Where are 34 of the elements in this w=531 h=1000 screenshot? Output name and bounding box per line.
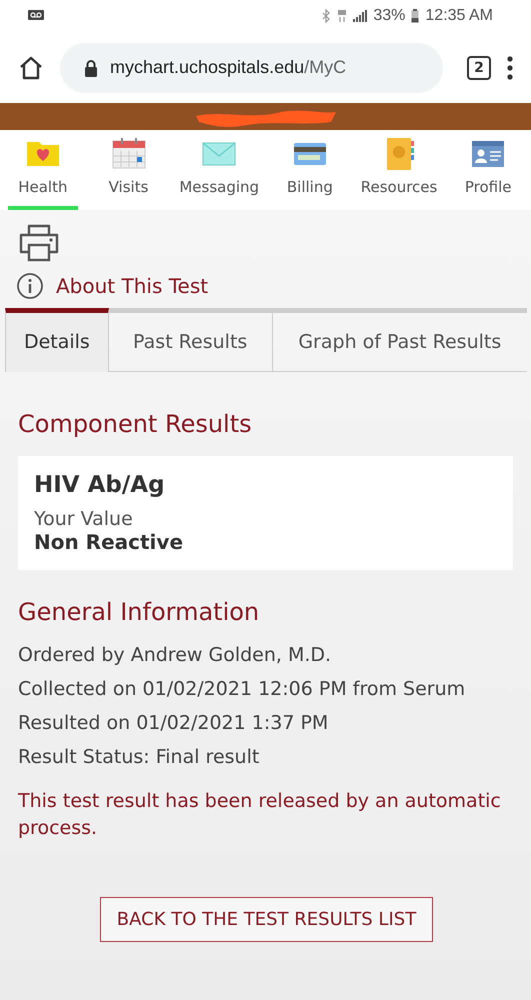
info-line: Ordered by Andrew Golden, M.D.	[18, 644, 332, 666]
battery-percent: 33%	[373, 7, 406, 25]
tab-count-button[interactable]: 2	[467, 56, 491, 80]
release-notice: This test result has been released by an automatic process.	[18, 789, 502, 841]
signal-icon	[353, 10, 368, 22]
back-button[interactable]: BACK TO THE TEST RESULTS LIST	[100, 897, 434, 942]
result-value: Non Reactive	[34, 530, 184, 554]
clock: 12:35 AM	[425, 7, 493, 25]
result-tab[interactable]: Past Results	[108, 308, 273, 372]
nav-tab[interactable]: Visits	[94, 130, 164, 210]
value-label: Your Value	[34, 508, 134, 530]
home-icon[interactable]	[18, 54, 44, 80]
result-tab[interactable]: Details	[5, 308, 109, 372]
nav-tab[interactable]: Resources	[360, 130, 438, 210]
nav-tab[interactable]: Profile	[453, 130, 524, 210]
result-tab[interactable]: Graph of Past Results	[272, 308, 527, 372]
section-heading: General Information	[18, 598, 260, 626]
bluetooth-icon	[321, 9, 332, 23]
battery-icon	[411, 9, 420, 23]
info-line: Result Status: Final result	[18, 746, 260, 768]
info-line: Collected on 01/02/2021 12:06 PM from Serum	[18, 678, 466, 700]
menu-icon[interactable]	[507, 56, 513, 80]
print-icon[interactable]	[18, 224, 60, 262]
info-icon	[16, 272, 44, 300]
url-text: mychart.uchospitals.edu/MyC	[110, 57, 346, 78]
lock-icon	[84, 58, 98, 76]
section-heading: Component Results	[18, 410, 253, 438]
info-line: Resulted on 01/02/2021 1:37 PM	[18, 712, 330, 734]
component-name: HIV Ab/Ag	[34, 472, 166, 498]
nav-tab[interactable]: Billing	[275, 130, 345, 210]
nav-tab[interactable]: Messaging	[179, 130, 260, 210]
voicemail-icon	[28, 10, 44, 22]
address-bar[interactable]: mychart.uchospitals.edu/MyC	[60, 42, 443, 92]
about-link[interactable]: About This Test	[56, 274, 208, 298]
